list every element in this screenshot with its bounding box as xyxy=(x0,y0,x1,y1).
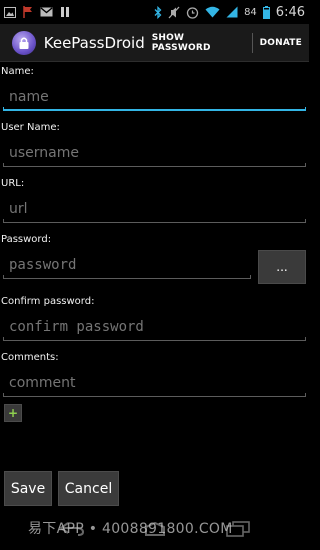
password-field-container xyxy=(3,252,251,282)
username-field-container xyxy=(3,140,306,170)
bluetooth-icon xyxy=(154,5,162,19)
cancel-button[interactable]: Cancel xyxy=(58,471,119,506)
signal-icon xyxy=(226,6,238,18)
password-label: Password: xyxy=(1,234,52,245)
donate-button[interactable]: DONATE xyxy=(253,24,309,61)
wifi-icon xyxy=(205,6,220,18)
password-input[interactable] xyxy=(3,252,251,278)
confirm-password-field-container xyxy=(3,314,306,344)
lock-icon xyxy=(19,37,29,49)
mute-icon xyxy=(168,6,180,18)
comments-input[interactable] xyxy=(3,370,306,396)
url-label: URL: xyxy=(1,178,25,189)
comments-underline xyxy=(3,393,306,397)
comments-label: Comments: xyxy=(1,352,59,363)
watermark-text: 易下APP • 4008891800.COM xyxy=(28,521,233,537)
flag-icon xyxy=(23,6,32,18)
generate-password-button[interactable]: ... xyxy=(258,250,306,284)
password-underline xyxy=(3,275,251,279)
username-label: User Name: xyxy=(1,122,60,133)
battery-level: 84 xyxy=(244,6,257,18)
status-bar: 84 6:46 xyxy=(0,0,309,24)
name-label: Name: xyxy=(1,66,34,77)
clock: 6:46 xyxy=(275,4,305,20)
add-field-button[interactable]: + xyxy=(4,404,22,422)
action-bar: KeePassDroid SHOW PASSWORD DONATE xyxy=(0,24,309,62)
name-field-container xyxy=(3,84,306,114)
app-icon[interactable] xyxy=(12,30,36,55)
image-icon xyxy=(4,6,16,18)
alarm-icon xyxy=(186,6,199,19)
name-input[interactable] xyxy=(3,84,306,110)
gmail-icon xyxy=(40,7,53,17)
url-field-container xyxy=(3,196,306,226)
save-button[interactable]: Save xyxy=(4,471,52,506)
url-underline xyxy=(3,219,306,223)
confirm-password-input[interactable] xyxy=(3,314,306,340)
username-input[interactable] xyxy=(3,140,306,166)
pause-icon xyxy=(61,7,69,17)
username-underline xyxy=(3,163,306,167)
name-underline xyxy=(3,107,306,111)
app-title: KeePassDroid xyxy=(43,33,145,52)
confirm-password-underline xyxy=(3,337,306,341)
show-password-button[interactable]: SHOW PASSWORD xyxy=(145,24,252,61)
confirm-password-label: Confirm password: xyxy=(1,296,95,307)
comments-field-container xyxy=(3,370,306,400)
url-input[interactable] xyxy=(3,196,306,222)
battery-icon xyxy=(262,5,270,19)
